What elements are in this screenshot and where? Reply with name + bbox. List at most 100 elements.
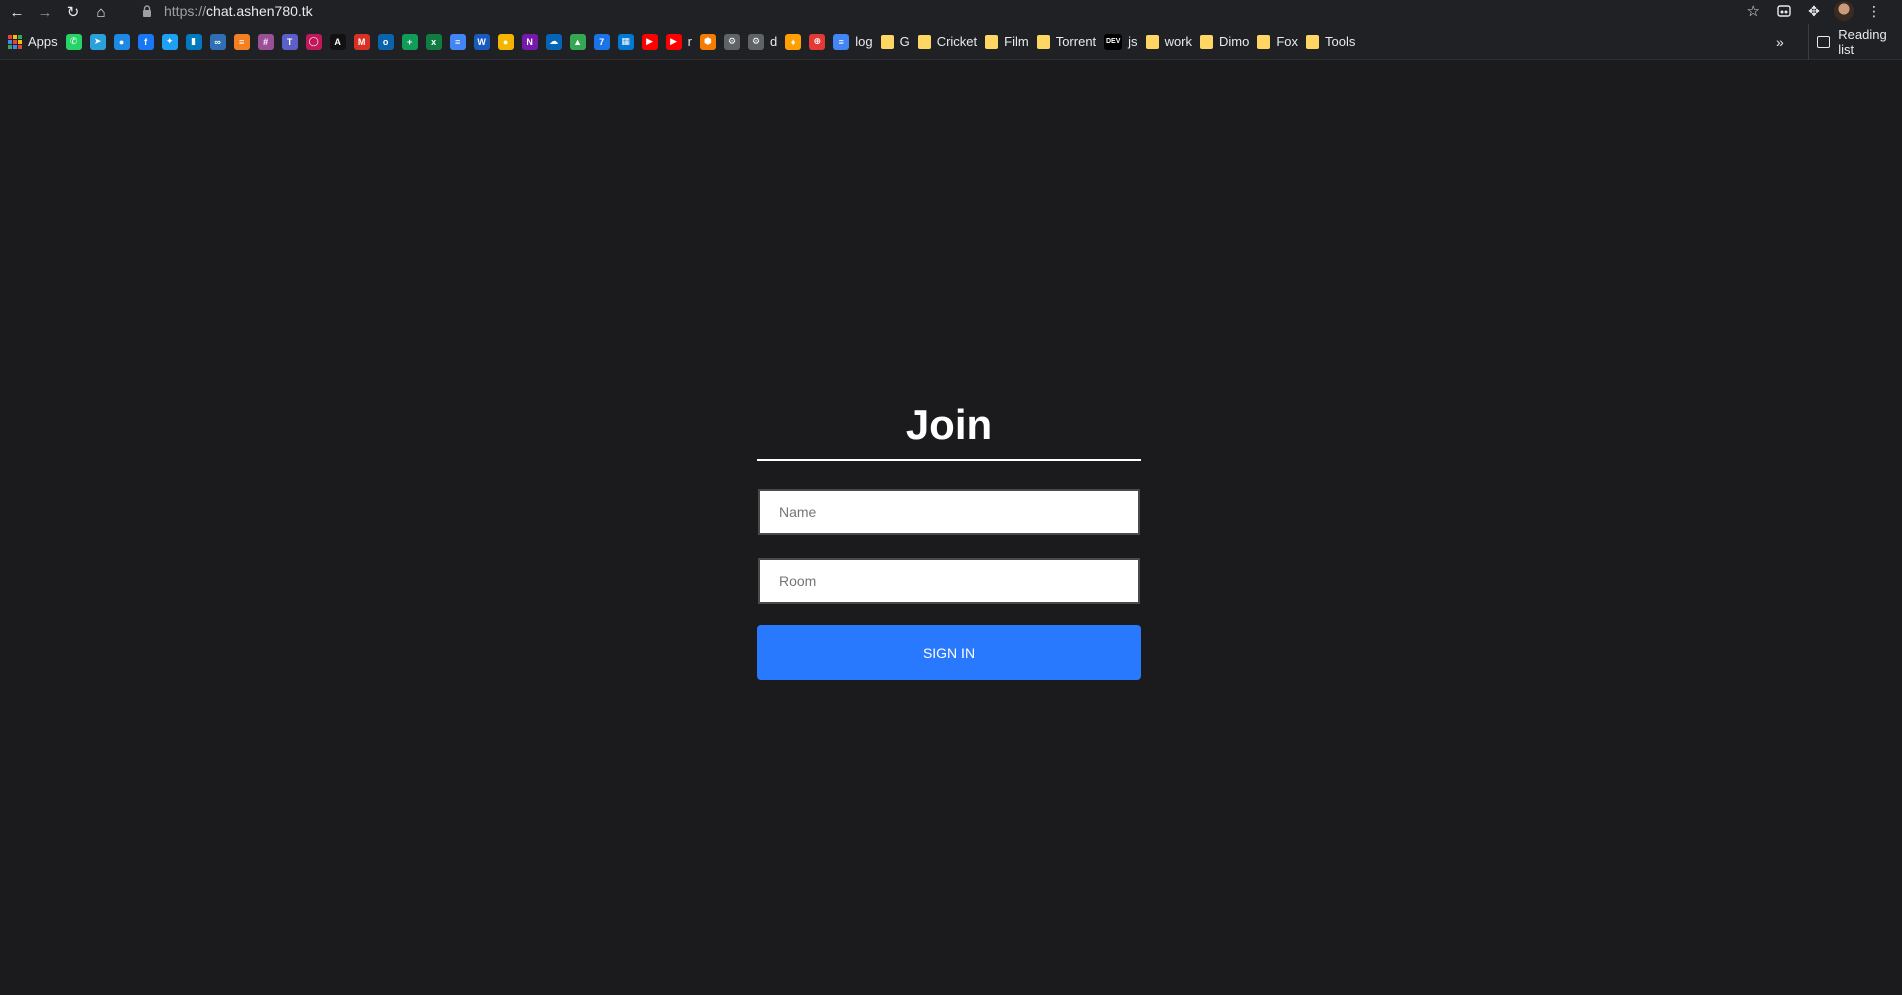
forward-icon[interactable]: → [34, 1, 56, 23]
bookmark-folder-torrent[interactable]: Torrent [1033, 28, 1100, 56]
bookmark-facebook[interactable]: f [134, 28, 158, 56]
back-icon[interactable]: ← [6, 1, 28, 23]
bookmark-gmail[interactable]: M [350, 28, 374, 56]
reload-icon[interactable]: ↻ [62, 1, 84, 23]
address-bar[interactable]: https://chat.ashen780.tk ☆ [130, 0, 1768, 22]
bookmark-teams-icon: T [281, 33, 298, 50]
reading-list-label: Reading list [1838, 27, 1887, 57]
bookmark-facebook-icon: f [137, 33, 154, 50]
extension-icon[interactable] [1774, 1, 1794, 21]
bookmark-sheets-icon: + [401, 33, 418, 50]
page-title: Join [757, 401, 1141, 461]
bookmark-drive-icon: ▲ [569, 33, 586, 50]
bookmark-firebase-icon: ♦ [785, 33, 802, 50]
bookmark-folder-label: Film [1004, 34, 1029, 49]
bookmark-calendar[interactable]: 7 [590, 28, 614, 56]
bookmark-slack[interactable]: # [254, 28, 278, 56]
bookmark-trello[interactable]: ▮ [182, 28, 206, 56]
bookmark-slack-icon: # [257, 33, 274, 50]
bookmark-link[interactable]: ∞ [206, 28, 230, 56]
bookmark-twitter-icon: ✦ [161, 33, 178, 50]
reading-list-button[interactable]: Reading list [1808, 24, 1902, 60]
avatar[interactable] [1834, 1, 1854, 21]
bookmarks-overflow-icon[interactable]: » [1776, 24, 1784, 60]
bookmark-folder-work[interactable]: work [1142, 28, 1196, 56]
bookmark-messenger[interactable]: ● [110, 28, 134, 56]
bookmark-box-icon: ⬢ [699, 33, 716, 50]
bookmark-folder-g[interactable]: G [877, 28, 914, 56]
bookmark-excel[interactable]: x [422, 28, 446, 56]
bookmark-settings-d-label: d [769, 34, 778, 49]
bookmark-folder-label: Cricket [936, 34, 978, 49]
bookmark-folder-film[interactable]: Film [981, 28, 1033, 56]
reading-list-icon [1817, 36, 1831, 48]
url-scheme: https:// [164, 3, 207, 19]
star-icon[interactable]: ☆ [1747, 2, 1760, 20]
bookmark-dev-label: js [1128, 34, 1138, 49]
bookmark-folder-label: Torrent [1055, 34, 1097, 49]
bookmark-box[interactable]: ⬢ [696, 28, 720, 56]
bookmark-settings-d[interactable]: ⚙ d [744, 28, 781, 56]
bookmark-outlook[interactable]: o [374, 28, 398, 56]
bookmark-trello-icon: ▮ [185, 33, 202, 50]
sign-in-button[interactable]: SIGN IN [757, 625, 1141, 680]
bookmark-docs-icon: ≡ [449, 33, 466, 50]
bookmark-youtube-r-icon: ▶ [665, 33, 682, 50]
bookmark-gmail-icon: M [353, 33, 370, 50]
bookmark-keep[interactable]: ● [494, 28, 518, 56]
bookmark-onenote[interactable]: N [518, 28, 542, 56]
bookmark-sheets[interactable]: + [398, 28, 422, 56]
bookmark-onenote-icon: N [521, 33, 538, 50]
bookmark-settings-d-icon: ⚙ [747, 33, 764, 50]
room-input[interactable] [758, 558, 1140, 604]
bookmark-settings-gear[interactable]: ⚙ [720, 28, 744, 56]
bookmark-whatsapp[interactable]: ✆ [62, 28, 86, 56]
bookmark-telegram[interactable]: ➤ [86, 28, 110, 56]
bookmark-link-icon: ∞ [209, 33, 226, 50]
bookmark-dev-js[interactable]: DEV js [1100, 28, 1141, 56]
bookmark-github-red[interactable]: ⊕ [805, 28, 829, 56]
bookmark-folder-dimo[interactable]: Dimo [1196, 28, 1253, 56]
url-host: chat.ashen780.tk [206, 3, 313, 19]
bookmark-firebase[interactable]: ♦ [781, 28, 805, 56]
bookmark-youtube-r[interactable]: ▶ r [662, 28, 696, 56]
bookmark-excel-icon: x [425, 33, 442, 50]
bookmark-apps[interactable]: Apps [4, 28, 62, 56]
bookmark-folder-cricket[interactable]: Cricket [914, 28, 981, 56]
bookmark-windows[interactable]: ▦ [614, 28, 638, 56]
bookmark-messenger-icon: ● [113, 33, 130, 50]
folder-icon [1306, 34, 1320, 49]
bookmark-youtube[interactable]: ▶ [638, 28, 662, 56]
bookmark-twitter[interactable]: ✦ [158, 28, 182, 56]
bookmark-word-icon: W [473, 33, 490, 50]
url-text[interactable]: https://chat.ashen780.tk [164, 3, 313, 19]
bookmark-onedrive[interactable]: ☁ [542, 28, 566, 56]
bookmark-folder-label: Dimo [1219, 34, 1250, 49]
puzzle-icon[interactable]: ✥ [1804, 1, 1824, 21]
name-input[interactable] [758, 489, 1140, 535]
bookmark-settings-gear-icon: ⚙ [723, 33, 740, 50]
bookmark-folder-fox[interactable]: Fox [1253, 28, 1302, 56]
bookmark-youtube-icon: ▶ [641, 33, 658, 50]
bookmark-cs50[interactable]: A [326, 28, 350, 56]
bookmark-stackoverflow[interactable]: ≡ [230, 28, 254, 56]
bookmark-word[interactable]: W [470, 28, 494, 56]
apps-grid-icon [8, 34, 22, 49]
extensions-area: ✥ ⋮ [1774, 0, 1884, 22]
bookmark-drive[interactable]: ▲ [566, 28, 590, 56]
menu-icon[interactable]: ⋮ [1864, 1, 1884, 21]
browser-toolbar: ← → ↻ ⌂ https://chat.ashen780.tk ☆ ✥ ⋮ [0, 0, 1902, 24]
bookmark-ring[interactable]: ◯ [302, 28, 326, 56]
bookmark-folder-tools[interactable]: Tools [1302, 28, 1359, 56]
bookmark-folder-label: work [1164, 34, 1193, 49]
bookmark-teams[interactable]: T [278, 28, 302, 56]
home-icon[interactable]: ⌂ [90, 1, 112, 23]
bookmark-docs[interactable]: ≡ [446, 28, 470, 56]
bookmark-log-label: log [855, 34, 873, 49]
lock-icon[interactable] [142, 4, 156, 18]
bookmark-folder-label: Fox [1276, 34, 1299, 49]
bookmark-log-icon: ≡ [833, 33, 850, 50]
folder-icon [985, 34, 999, 49]
bookmarks-bar: Apps ✆ ➤ ● f ✦ ▮ ∞ ≡ # T ◯ A Mo + x ≡ W ● N ☁ ▲ 7 ▦ ▶ ▶ r ⬢ ⚙ ⚙ d ♦ ⊕ ≡ l… [0, 24, 1902, 60]
bookmark-log[interactable]: ≡ log [829, 28, 876, 56]
